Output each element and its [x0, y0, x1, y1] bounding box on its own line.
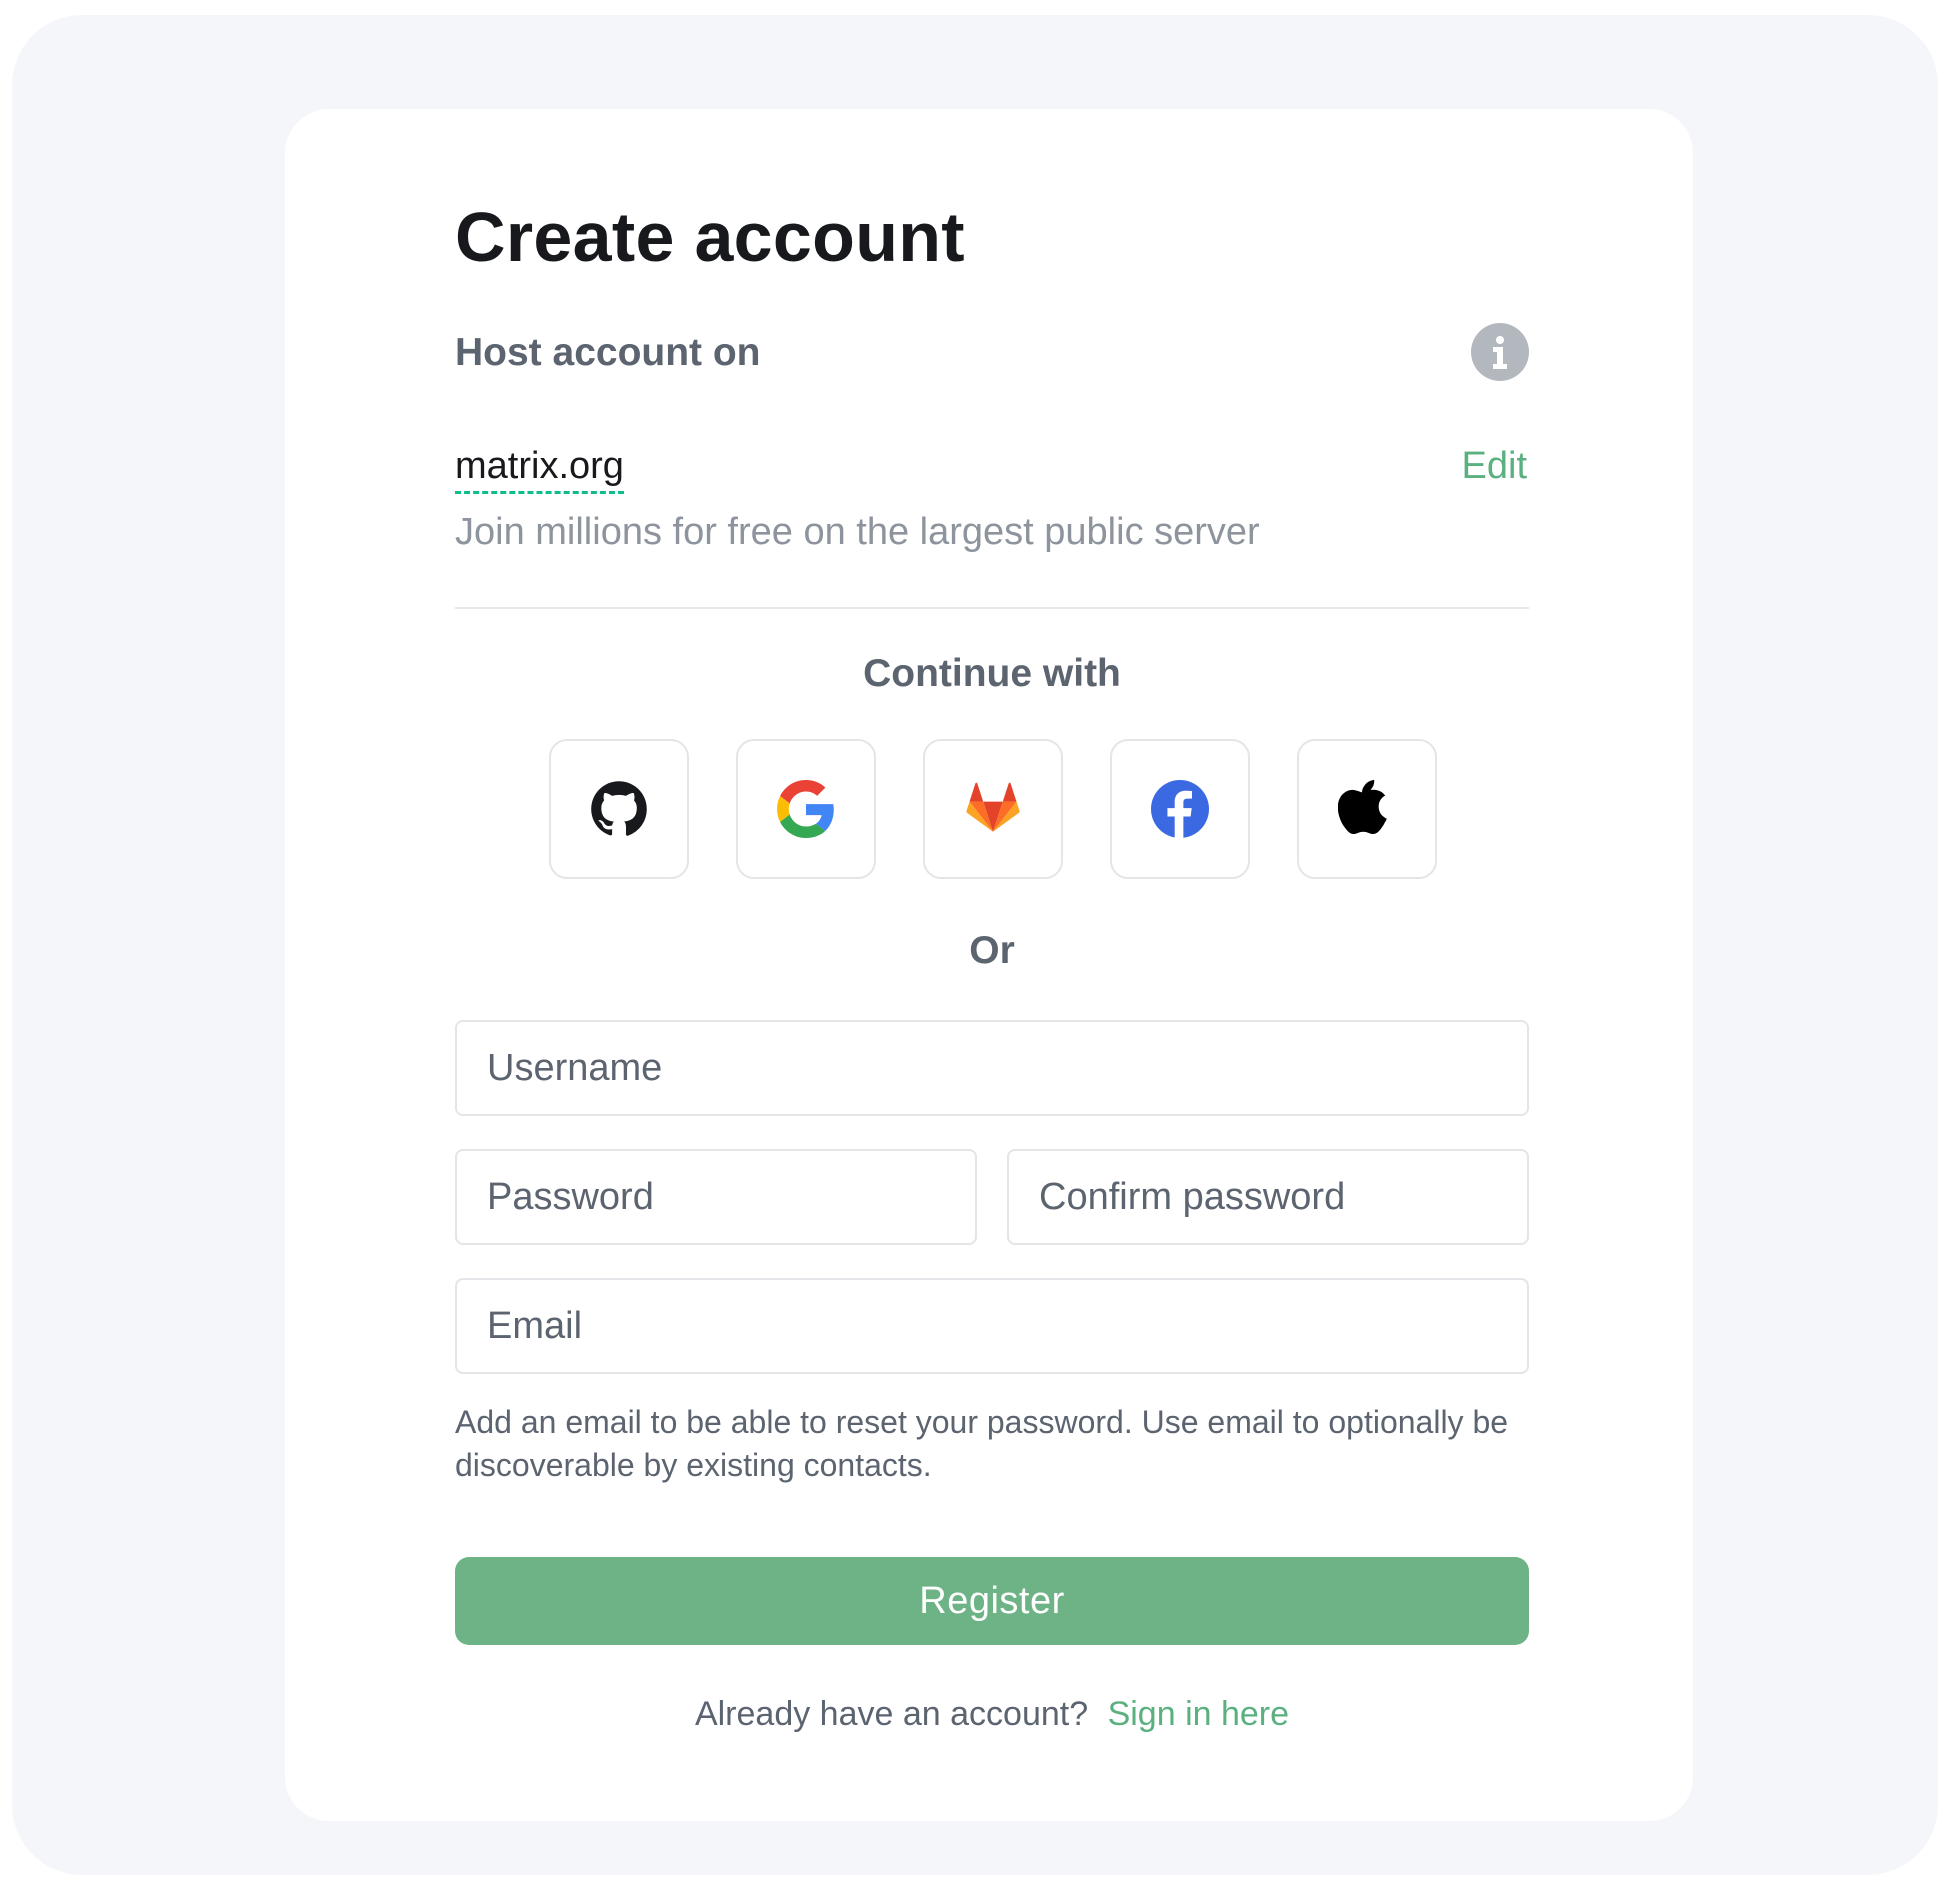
confirm-password-input[interactable]	[1009, 1151, 1527, 1243]
google-sso-button[interactable]	[736, 739, 876, 879]
password-input[interactable]	[457, 1151, 975, 1243]
registration-card: Create account Host account on matrix.or…	[285, 109, 1693, 1821]
page-background: Create account Host account on matrix.or…	[12, 15, 1938, 1875]
info-icon[interactable]	[1471, 323, 1529, 381]
facebook-sso-button[interactable]	[1110, 739, 1250, 879]
or-separator: Or	[969, 929, 1015, 972]
continue-with-label: Continue with	[863, 652, 1121, 695]
apple-icon	[1338, 780, 1387, 835]
sso-provider-list	[549, 739, 1437, 879]
host-account-label: Host account on	[455, 331, 761, 374]
github-sso-button[interactable]	[549, 739, 689, 879]
signin-prompt: Already have an account?	[694, 1695, 1089, 1733]
gitlab-icon	[966, 782, 1020, 832]
server-description: Join millions for free on the largest pu…	[455, 511, 1260, 553]
register-button[interactable]: Register	[455, 1557, 1529, 1645]
page-title: Create account	[455, 198, 965, 276]
apple-sso-button[interactable]	[1297, 739, 1437, 879]
edit-server-link[interactable]: Edit	[1462, 443, 1527, 489]
facebook-icon	[1151, 780, 1209, 838]
username-field	[455, 1020, 1529, 1116]
signin-prompt-row: Already have an account? Sign in here	[455, 1695, 1529, 1734]
confirm-password-field	[1007, 1149, 1529, 1245]
google-icon	[777, 780, 834, 838]
divider	[455, 607, 1529, 609]
signin-link[interactable]: Sign in here	[1108, 1695, 1289, 1733]
gitlab-sso-button[interactable]	[923, 739, 1063, 879]
email-help-text: Add an email to be able to reset your pa…	[455, 1404, 1509, 1483]
password-field	[455, 1149, 977, 1245]
email-input[interactable]	[457, 1280, 1527, 1372]
registration-form: Create account Host account on matrix.or…	[455, 109, 1529, 1821]
github-icon	[591, 781, 647, 836]
server-name: matrix.org	[455, 443, 624, 494]
email-field	[455, 1278, 1529, 1374]
username-input[interactable]	[457, 1022, 1527, 1114]
